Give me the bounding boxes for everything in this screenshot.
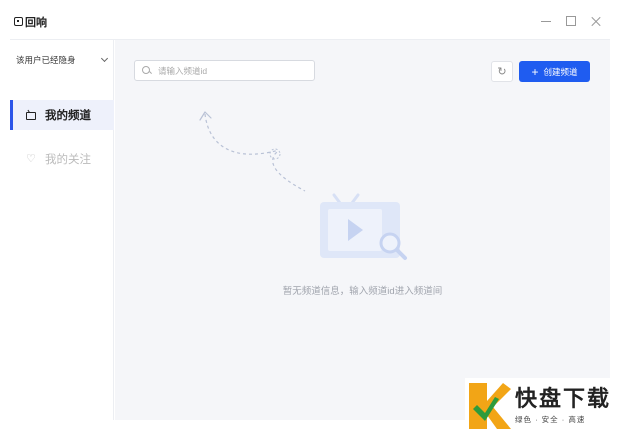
app-name: 回响 [25,16,47,29]
search-input[interactable] [158,65,308,76]
sidebar-item-my-follows[interactable]: ♡ 我的关注 [10,144,114,174]
sidebar-item-label: 我的关注 [45,154,91,166]
sidebar-item-label: 我的频道 [45,110,91,122]
user-status-label: 该用户已经隐身 [16,55,76,65]
minimize-icon[interactable] [540,15,552,27]
search-icon [142,66,151,75]
app-window: 回响 该用户已经隐身 我的频道 ♡ 我的关注 ↻ + [10,4,610,420]
app-title: 回响 [14,14,47,30]
chevron-down-icon [100,54,109,63]
watermark: 快盘下载 绿色 · 安全 · 高速 [465,378,635,434]
search-box[interactable] [134,60,315,81]
create-channel-label: 创建频道 [543,66,578,77]
window-controls [540,15,602,27]
kuaipan-logo-icon [469,383,511,429]
app-logo-icon [14,17,23,26]
refresh-icon: ↻ [497,66,507,78]
tv-icon [26,112,36,120]
user-status-dropdown[interactable]: 该用户已经隐身 [16,54,110,66]
title-bar: 回响 [10,4,610,40]
heart-icon: ♡ [26,153,36,165]
sidebar-item-my-channels[interactable]: 我的频道 [10,100,114,130]
plus-icon: + [531,64,539,79]
watermark-text: 快盘下载 绿色 · 安全 · 高速 [515,386,612,425]
create-channel-button[interactable]: + 创建频道 [519,61,590,82]
refresh-button[interactable]: ↻ [491,61,513,82]
close-icon[interactable] [590,15,602,27]
maximize-icon[interactable] [566,16,576,26]
main-content: ↻ + 创建频道 暂无频道信息，输入频道id进入频道间 [115,40,610,420]
empty-state-illustration [199,111,407,260]
watermark-brand: 快盘下载 [515,386,612,412]
watermark-tagline: 绿色 · 安全 · 高速 [515,414,586,424]
sidebar: 该用户已经隐身 我的频道 ♡ 我的关注 [10,40,114,420]
empty-state-message: 暂无频道信息，输入频道id进入频道间 [282,286,443,297]
